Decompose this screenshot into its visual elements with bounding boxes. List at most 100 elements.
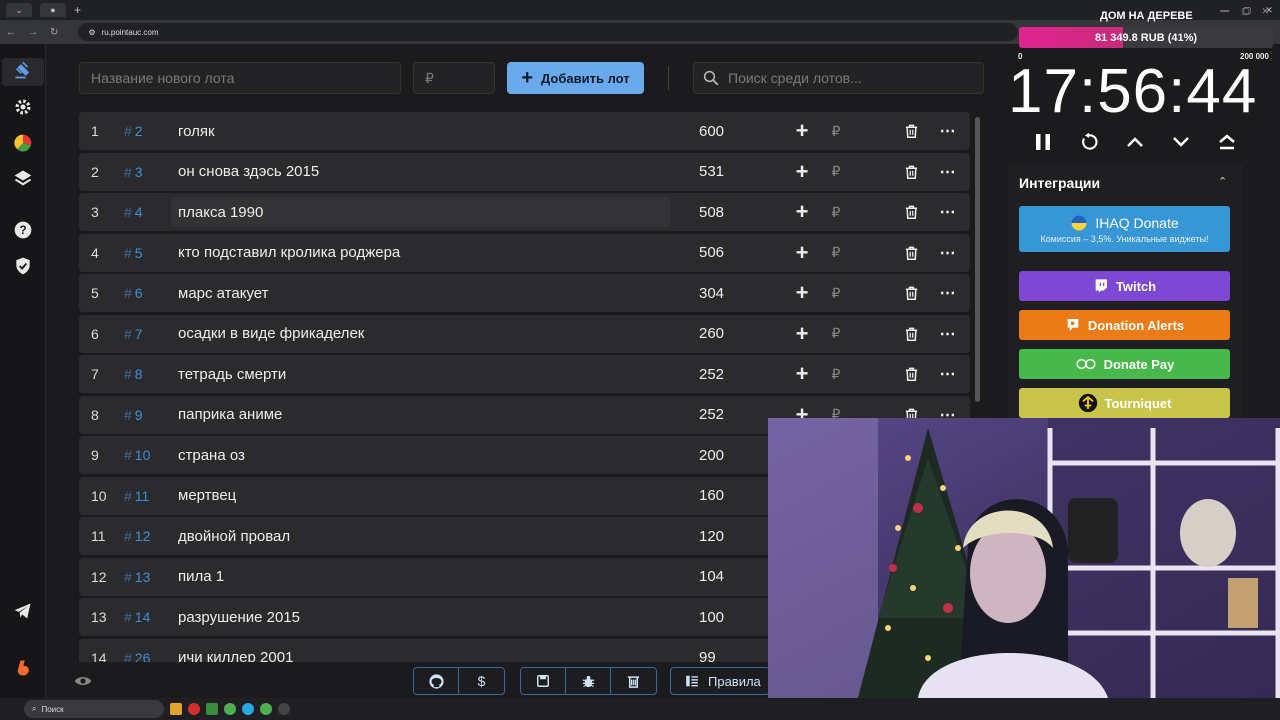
lot-search-input[interactable] (728, 70, 983, 86)
chevron-up-icon[interactable] (1112, 130, 1158, 154)
add-lot-button[interactable]: + Добавить лот (507, 62, 644, 94)
lot-name[interactable]: осадки в виде фрикаделек (171, 319, 671, 349)
twitch-button[interactable]: Twitch (1019, 271, 1230, 301)
layers-icon[interactable] (12, 167, 34, 189)
more-icon[interactable]: ⋯ (938, 364, 958, 384)
shield-icon[interactable] (12, 255, 34, 277)
donate-pay-button[interactable]: Donate Pay (1019, 349, 1230, 379)
chrome-icon-2[interactable] (260, 703, 272, 715)
rub-input-icon[interactable]: ₽ (826, 364, 846, 384)
new-tab-button[interactable]: + (74, 3, 81, 17)
lot-search-field[interactable] (693, 62, 984, 94)
add-amount-icon[interactable]: + (792, 159, 812, 184)
trash-icon[interactable] (901, 283, 921, 303)
donate-pay-icon (1076, 358, 1096, 370)
trash-icon[interactable] (901, 121, 921, 141)
rub-input-icon[interactable]: ₽ (826, 283, 846, 303)
lot-id-hash: # (124, 487, 132, 504)
add-amount-icon[interactable]: + (792, 118, 812, 143)
right-panel: ДОМ НА ДЕРЕВЕ — ▢ ✕ 81 349.8 RUB (41%) 0… (1008, 0, 1280, 418)
rub-input-icon[interactable]: ₽ (826, 162, 846, 182)
lot-id-hash: # (124, 366, 132, 382)
help-icon[interactable]: ? (12, 219, 34, 241)
gavel-icon[interactable] (12, 59, 34, 81)
ihaq-donate-button[interactable]: IHAQ Donate Комиссия – 3,5%. Уникальные … (1019, 206, 1230, 252)
lot-name[interactable]: пила 1 (171, 562, 671, 592)
lot-name[interactable]: он снова здэсь 2015 (171, 157, 671, 187)
donate-button[interactable]: $ (459, 668, 504, 694)
opera-icon[interactable] (188, 703, 200, 715)
obs-icon[interactable] (278, 703, 290, 715)
save-button[interactable] (521, 668, 566, 694)
trash-icon[interactable] (901, 364, 921, 384)
forward-icon[interactable]: → (28, 27, 38, 38)
lot-name[interactable]: марс атакует (171, 278, 671, 308)
reload-icon[interactable]: ↻ (50, 27, 58, 38)
lot-name-input[interactable] (91, 70, 400, 86)
lot-name[interactable]: двойной провал (171, 521, 671, 551)
lot-name[interactable]: ичи киллер 2001 (171, 643, 671, 662)
maximize-icon[interactable]: ▢ (1241, 6, 1250, 17)
chevron-down-icon[interactable] (1158, 130, 1204, 154)
lot-name[interactable]: разрушение 2015 (171, 602, 671, 632)
explorer-icon[interactable] (170, 703, 182, 715)
reset-icon[interactable] (1066, 130, 1112, 154)
pause-icon[interactable] (1020, 130, 1066, 154)
gear-icon[interactable] (12, 96, 34, 118)
lot-name[interactable]: тетрадь смерти (171, 359, 671, 389)
lot-name[interactable]: мертвец (171, 481, 671, 511)
rub-input-icon[interactable]: ₽ (826, 202, 846, 222)
lot-name[interactable]: паприка аниме (171, 400, 671, 430)
trash-icon[interactable] (901, 202, 921, 222)
rub-input-icon[interactable]: ₽ (826, 121, 846, 141)
lot-name-field[interactable] (79, 62, 401, 94)
chrome-icon[interactable] (224, 703, 236, 715)
lot-name[interactable]: плакса 1990 (171, 197, 671, 227)
rub-input-icon[interactable]: ₽ (826, 243, 846, 263)
double-chevron-up-icon[interactable] (1204, 130, 1250, 154)
add-amount-icon[interactable]: + (792, 280, 812, 305)
add-amount-icon[interactable]: + (792, 199, 812, 224)
trash-icon[interactable] (901, 324, 921, 344)
minecraft-icon[interactable] (206, 703, 218, 715)
lot-name[interactable]: голяк (171, 116, 671, 146)
chevron-up-icon[interactable]: ⌃ (1218, 175, 1227, 188)
back-icon[interactable]: ← (6, 27, 16, 38)
browser-tab[interactable]: ● (40, 3, 66, 17)
more-icon[interactable]: ⋯ (938, 121, 958, 141)
add-amount-icon[interactable]: + (792, 361, 812, 386)
boosty-icon[interactable] (12, 657, 34, 679)
donation-alerts-button[interactable]: Donation Alerts (1019, 310, 1230, 340)
rules-button[interactable]: Правила (670, 667, 770, 695)
telegram-icon[interactable] (12, 600, 34, 622)
browser-tab-menu[interactable]: ⌄ (6, 3, 32, 17)
more-icon[interactable]: ⋯ (938, 202, 958, 222)
bug-report-button[interactable] (566, 668, 611, 694)
lot-amount-input[interactable] (425, 70, 494, 86)
tourniquet-button[interactable]: Tourniquet (1019, 388, 1230, 418)
trash-icon[interactable] (901, 243, 921, 263)
add-amount-icon[interactable]: + (792, 321, 812, 346)
minimize-icon[interactable]: — (1220, 6, 1229, 17)
site-info-icon[interactable]: ⚙ (88, 28, 95, 37)
rub-input-icon[interactable]: ₽ (826, 324, 846, 344)
url-field[interactable]: ⚙ ru.pointauc.com (78, 23, 1019, 41)
more-icon[interactable]: ⋯ (938, 324, 958, 344)
more-icon[interactable]: ⋯ (938, 243, 958, 263)
clear-lots-button[interactable] (611, 668, 656, 694)
add-amount-icon[interactable]: + (792, 240, 812, 265)
lot-amount-field[interactable] (413, 62, 495, 94)
trash-icon[interactable] (901, 162, 921, 182)
telegram-taskbar-icon[interactable] (242, 703, 254, 715)
more-icon[interactable]: ⋯ (938, 283, 958, 303)
lot-name[interactable]: кто подставил кролика роджера (171, 238, 671, 268)
rules-label: Правила (708, 673, 761, 689)
github-button[interactable] (414, 668, 459, 694)
eye-icon[interactable] (74, 674, 92, 688)
taskbar-search[interactable]: ⌕ Поиск (24, 700, 164, 718)
wheel-icon[interactable] (12, 132, 34, 154)
close-icon[interactable]: ✕ (1262, 6, 1270, 17)
more-icon[interactable]: ⋯ (938, 162, 958, 182)
lot-name[interactable]: страна оз (171, 440, 671, 470)
lot-list-scrollbar[interactable] (975, 117, 980, 402)
